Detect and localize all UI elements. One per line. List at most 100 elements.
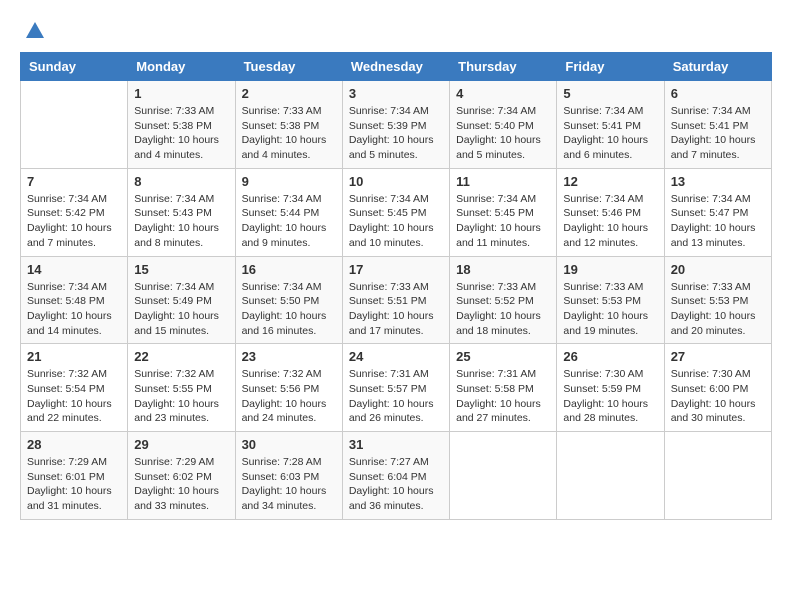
day-cell: 24Sunrise: 7:31 AMSunset: 5:57 PMDayligh… xyxy=(342,344,449,432)
day-info: Sunrise: 7:34 AMSunset: 5:48 PMDaylight:… xyxy=(27,280,121,339)
header-thursday: Thursday xyxy=(450,53,557,81)
day-info: Sunrise: 7:32 AMSunset: 5:55 PMDaylight:… xyxy=(134,367,228,426)
day-number: 23 xyxy=(242,349,336,364)
day-number: 29 xyxy=(134,437,228,452)
day-cell: 14 Sunrise: 7:34 AMSunset: 5:48 PMDayligh… xyxy=(21,256,128,344)
day-info: Sunrise: 7:33 AMSunset: 5:51 PMDaylight:… xyxy=(349,280,443,339)
day-cell: 18 Sunrise: 7:33 AMSunset: 5:52 PMDayligh… xyxy=(450,256,557,344)
day-number: 6 xyxy=(671,86,765,101)
day-info: Sunrise: 7:34 AMSunset: 5:44 PMDaylight:… xyxy=(242,192,336,251)
day-cell: 20 Sunrise: 7:33 AMSunset: 5:53 PMDayligh… xyxy=(664,256,771,344)
day-cell: 12 Sunrise: 7:34 AMSunset: 5:46 PMDayligh… xyxy=(557,168,664,256)
day-info: Sunrise: 7:33 AMSunset: 5:38 PMDaylight:… xyxy=(134,104,228,163)
day-number: 2 xyxy=(242,86,336,101)
day-cell: 10 Sunrise: 7:34 AMSunset: 5:45 PMDayligh… xyxy=(342,168,449,256)
day-cell: 15 Sunrise: 7:34 AMSunset: 5:49 PMDayligh… xyxy=(128,256,235,344)
day-cell: 9 Sunrise: 7:34 AMSunset: 5:44 PMDaylight… xyxy=(235,168,342,256)
day-cell: 26 Sunrise: 7:30 AMSunset: 5:59 PMDayligh… xyxy=(557,344,664,432)
day-number: 8 xyxy=(134,174,228,189)
logo-icon xyxy=(24,20,46,42)
day-cell: 1 Sunrise: 7:33 AMSunset: 5:38 PMDaylight… xyxy=(128,81,235,169)
day-number: 19 xyxy=(563,262,657,277)
day-info: Sunrise: 7:32 AMSunset: 5:56 PMDaylight:… xyxy=(242,367,336,426)
day-cell: 8 Sunrise: 7:34 AMSunset: 5:43 PMDaylight… xyxy=(128,168,235,256)
day-number: 15 xyxy=(134,262,228,277)
day-cell: 2 Sunrise: 7:33 AMSunset: 5:38 PMDaylight… xyxy=(235,81,342,169)
day-info: Sunrise: 7:28 AMSunset: 6:03 PMDaylight:… xyxy=(242,455,336,514)
day-number: 27 xyxy=(671,349,765,364)
day-cell xyxy=(21,81,128,169)
day-number: 25 xyxy=(456,349,550,364)
day-cell: 17 Sunrise: 7:33 AMSunset: 5:51 PMDayligh… xyxy=(342,256,449,344)
day-number: 3 xyxy=(349,86,443,101)
day-number: 20 xyxy=(671,262,765,277)
day-info: Sunrise: 7:29 AMSunset: 6:01 PMDaylight:… xyxy=(27,455,121,514)
day-number: 17 xyxy=(349,262,443,277)
day-number: 7 xyxy=(27,174,121,189)
day-info: Sunrise: 7:34 AMSunset: 5:49 PMDaylight:… xyxy=(134,280,228,339)
page-header xyxy=(20,20,772,42)
calendar-header-row: SundayMondayTuesdayWednesdayThursdayFrid… xyxy=(21,53,772,81)
day-cell: 31Sunrise: 7:27 AMSunset: 6:04 PMDayligh… xyxy=(342,432,449,520)
day-cell: 16Sunrise: 7:34 AMSunset: 5:50 PMDayligh… xyxy=(235,256,342,344)
day-info: Sunrise: 7:33 AMSunset: 5:38 PMDaylight:… xyxy=(242,104,336,163)
header-tuesday: Tuesday xyxy=(235,53,342,81)
day-info: Sunrise: 7:33 AMSunset: 5:53 PMDaylight:… xyxy=(671,280,765,339)
day-info: Sunrise: 7:34 AMSunset: 5:41 PMDaylight:… xyxy=(671,104,765,163)
day-cell: 13Sunrise: 7:34 AMSunset: 5:47 PMDayligh… xyxy=(664,168,771,256)
header-wednesday: Wednesday xyxy=(342,53,449,81)
day-info: Sunrise: 7:34 AMSunset: 5:45 PMDaylight:… xyxy=(456,192,550,251)
day-number: 12 xyxy=(563,174,657,189)
week-row-2: 7 Sunrise: 7:34 AMSunset: 5:42 PMDaylight… xyxy=(21,168,772,256)
day-info: Sunrise: 7:34 AMSunset: 5:41 PMDaylight:… xyxy=(563,104,657,163)
day-number: 28 xyxy=(27,437,121,452)
day-cell: 30Sunrise: 7:28 AMSunset: 6:03 PMDayligh… xyxy=(235,432,342,520)
day-number: 18 xyxy=(456,262,550,277)
header-saturday: Saturday xyxy=(664,53,771,81)
day-info: Sunrise: 7:33 AMSunset: 5:52 PMDaylight:… xyxy=(456,280,550,339)
calendar-table: SundayMondayTuesdayWednesdayThursdayFrid… xyxy=(20,52,772,520)
day-cell: 29 Sunrise: 7:29 AMSunset: 6:02 PMDayligh… xyxy=(128,432,235,520)
day-number: 21 xyxy=(27,349,121,364)
week-row-1: 1 Sunrise: 7:33 AMSunset: 5:38 PMDaylight… xyxy=(21,81,772,169)
day-info: Sunrise: 7:27 AMSunset: 6:04 PMDaylight:… xyxy=(349,455,443,514)
day-cell: 4Sunrise: 7:34 AMSunset: 5:40 PMDaylight… xyxy=(450,81,557,169)
day-number: 22 xyxy=(134,349,228,364)
day-info: Sunrise: 7:34 AMSunset: 5:46 PMDaylight:… xyxy=(563,192,657,251)
day-cell: 22 Sunrise: 7:32 AMSunset: 5:55 PMDayligh… xyxy=(128,344,235,432)
calendar-body: 1 Sunrise: 7:33 AMSunset: 5:38 PMDaylight… xyxy=(21,81,772,520)
day-cell: 3 Sunrise: 7:34 AMSunset: 5:39 PMDaylight… xyxy=(342,81,449,169)
day-number: 26 xyxy=(563,349,657,364)
day-number: 1 xyxy=(134,86,228,101)
day-cell xyxy=(557,432,664,520)
day-info: Sunrise: 7:30 AMSunset: 6:00 PMDaylight:… xyxy=(671,367,765,426)
day-number: 9 xyxy=(242,174,336,189)
week-row-3: 14 Sunrise: 7:34 AMSunset: 5:48 PMDayligh… xyxy=(21,256,772,344)
day-number: 13 xyxy=(671,174,765,189)
day-number: 4 xyxy=(456,86,550,101)
day-info: Sunrise: 7:34 AMSunset: 5:42 PMDaylight:… xyxy=(27,192,121,251)
day-cell: 11Sunrise: 7:34 AMSunset: 5:45 PMDayligh… xyxy=(450,168,557,256)
day-cell: 5Sunrise: 7:34 AMSunset: 5:41 PMDaylight… xyxy=(557,81,664,169)
day-info: Sunrise: 7:34 AMSunset: 5:43 PMDaylight:… xyxy=(134,192,228,251)
day-info: Sunrise: 7:29 AMSunset: 6:02 PMDaylight:… xyxy=(134,455,228,514)
day-cell: 28 Sunrise: 7:29 AMSunset: 6:01 PMDayligh… xyxy=(21,432,128,520)
day-info: Sunrise: 7:31 AMSunset: 5:57 PMDaylight:… xyxy=(349,367,443,426)
day-info: Sunrise: 7:34 AMSunset: 5:45 PMDaylight:… xyxy=(349,192,443,251)
logo xyxy=(20,20,46,42)
day-cell xyxy=(664,432,771,520)
day-cell: 27 Sunrise: 7:30 AMSunset: 6:00 PMDayligh… xyxy=(664,344,771,432)
header-friday: Friday xyxy=(557,53,664,81)
day-number: 10 xyxy=(349,174,443,189)
day-number: 14 xyxy=(27,262,121,277)
day-info: Sunrise: 7:30 AMSunset: 5:59 PMDaylight:… xyxy=(563,367,657,426)
header-sunday: Sunday xyxy=(21,53,128,81)
day-number: 16 xyxy=(242,262,336,277)
day-info: Sunrise: 7:34 AMSunset: 5:39 PMDaylight:… xyxy=(349,104,443,163)
week-row-5: 28 Sunrise: 7:29 AMSunset: 6:01 PMDayligh… xyxy=(21,432,772,520)
header-monday: Monday xyxy=(128,53,235,81)
week-row-4: 21Sunrise: 7:32 AMSunset: 5:54 PMDayligh… xyxy=(21,344,772,432)
day-cell: 7 Sunrise: 7:34 AMSunset: 5:42 PMDaylight… xyxy=(21,168,128,256)
day-cell: 25Sunrise: 7:31 AMSunset: 5:58 PMDayligh… xyxy=(450,344,557,432)
day-cell: 6 Sunrise: 7:34 AMSunset: 5:41 PMDaylight… xyxy=(664,81,771,169)
